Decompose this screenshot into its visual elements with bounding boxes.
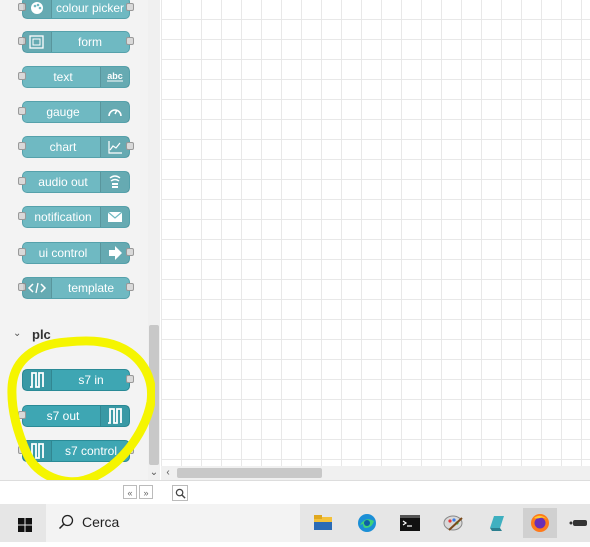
- category-header-plc[interactable]: ⌄ plc: [0, 324, 148, 348]
- pulse-wave-icon: [23, 370, 52, 390]
- node-palette: colour picker form text abc gauge chart: [0, 0, 148, 480]
- collapse-all-button[interactable]: «: [123, 485, 137, 499]
- output-port: [126, 37, 134, 45]
- palette-node-s7-control[interactable]: s7 control: [18, 440, 134, 462]
- palette-scrollbar-thumb[interactable]: [149, 325, 159, 465]
- palette-node-s7-out[interactable]: s7 out: [18, 405, 130, 427]
- file-explorer-icon[interactable]: [306, 508, 340, 538]
- firefox-icon[interactable]: [523, 508, 557, 538]
- taskbar: Cerca: [0, 504, 590, 542]
- node-label: template: [67, 281, 115, 295]
- output-port: [126, 375, 134, 383]
- output-port: [126, 142, 134, 150]
- output-port: [126, 446, 134, 454]
- windows-start-icon[interactable]: [18, 518, 32, 532]
- palette-footer: « »: [0, 480, 590, 504]
- pulse-wave-icon: [23, 441, 52, 461]
- palette-node-text[interactable]: text abc: [18, 66, 130, 88]
- palette-node-colour-picker[interactable]: colour picker: [18, 0, 134, 19]
- node-label: gauge: [46, 105, 80, 119]
- node-label: s7 in: [78, 373, 104, 387]
- search-icon: [175, 488, 186, 499]
- node-label: text: [53, 70, 73, 84]
- expand-all-button[interactable]: »: [139, 485, 153, 499]
- palette-node-form[interactable]: form: [18, 31, 134, 53]
- output-port: [126, 3, 134, 11]
- node-label: chart: [49, 140, 77, 154]
- node-label: form: [78, 35, 102, 49]
- svg-text:abc: abc: [107, 71, 123, 81]
- chevron-down-icon: ⌄: [13, 328, 22, 339]
- terminal-icon[interactable]: [393, 508, 427, 538]
- palette-node-notification[interactable]: notification: [18, 206, 130, 228]
- node-label: audio out: [38, 175, 88, 189]
- palette-icon: [23, 0, 52, 18]
- node-label: notification: [34, 210, 92, 224]
- edge-browser-icon[interactable]: [350, 508, 384, 538]
- palette-node-ui-control[interactable]: ui control: [18, 242, 134, 264]
- workspace-scrollbar-thumb[interactable]: [177, 468, 322, 478]
- code-icon: [23, 278, 52, 298]
- node-label: ui control: [38, 246, 88, 260]
- output-port: [126, 283, 134, 291]
- chevron-left-icon[interactable]: ‹: [161, 466, 175, 480]
- output-port: [126, 248, 134, 256]
- envelope-icon: [100, 207, 129, 227]
- gauge-icon: [100, 102, 129, 122]
- flow-workspace[interactable]: [161, 0, 590, 466]
- paint-icon[interactable]: [437, 508, 471, 538]
- palette-node-template[interactable]: template: [18, 277, 134, 299]
- palette-node-gauge[interactable]: gauge: [18, 101, 130, 123]
- abc-icon: abc: [100, 67, 129, 87]
- node-label: colour picker: [55, 1, 125, 15]
- workspace-horizontal-scrollbar[interactable]: ‹: [161, 466, 590, 480]
- search-placeholder: Cerca: [82, 514, 120, 530]
- node-label: s7 out: [46, 409, 80, 423]
- chart-icon: [100, 137, 129, 157]
- category-label: plc: [32, 327, 51, 342]
- speaker-icon: [100, 172, 129, 192]
- palette-scrollbar[interactable]: [148, 0, 160, 466]
- tray-app-icon[interactable]: [567, 508, 590, 538]
- pulse-wave-icon: [100, 406, 129, 426]
- app-icon[interactable]: [480, 508, 514, 538]
- palette-node-chart[interactable]: chart: [18, 136, 134, 158]
- bottom-strip: [0, 542, 590, 547]
- taskbar-search-box[interactable]: Cerca: [46, 504, 300, 542]
- node-label: s7 control: [64, 444, 118, 458]
- arrow-right-icon: [100, 243, 129, 263]
- search-button[interactable]: [172, 485, 188, 501]
- search-icon: [58, 514, 74, 530]
- form-icon: [23, 32, 52, 52]
- palette-node-s7-in[interactable]: s7 in: [22, 369, 134, 391]
- palette-node-audio-out[interactable]: audio out: [18, 171, 130, 193]
- chevron-down-icon[interactable]: ⌄: [148, 466, 160, 480]
